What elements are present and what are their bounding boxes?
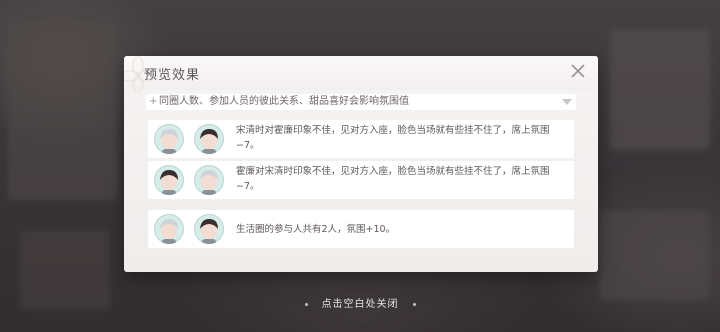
dark-hair-avatar [194,124,224,154]
dialog-title: 预览效果 [144,68,201,83]
effect-row: 宋清时对霍廉印象不佳，见对方入座，脸色当场就有些挂不住了，席上氛围−7。 [148,120,574,158]
dark-hair-avatar [154,165,184,195]
close-button[interactable] [568,61,588,81]
silver-hair-avatar [194,165,224,195]
dark-hair-avatar [194,214,224,244]
effect-row: 生活圈的参与人共有2人，氛围+10。 [148,210,574,248]
effect-text: 宋清时对霍廉印象不佳，见对方入座，脸色当场就有些挂不住了，席上氛围−7。 [236,125,550,151]
dot-decoration-icon [304,302,308,306]
plus-icon: + [149,96,158,107]
tap-to-close-text: 点击空白处关闭 [321,299,399,310]
silver-hair-avatar [154,214,184,244]
effect-text: 生活圈的参与人共有2人，氛围+10。 [236,224,396,235]
atmosphere-hint-text: 同圈人数、参加人员的彼此关系、甜品喜好会影响氛围值 [159,96,409,107]
effect-row: 霍廉对宋清时印象不佳，见对方入座，脸色当场就有些挂不住了，席上氛围−7。 [148,161,574,199]
triangle-decoration-icon [562,99,572,105]
preview-dialog: 预览效果 + 同圈人数、参加人员的彼此关系、甜品喜好会影响氛围值 宋清时对霍廉印… [124,56,598,272]
dot-decoration-icon [412,302,416,306]
close-icon [571,64,585,78]
atmosphere-hint-bar: + 同圈人数、参加人员的彼此关系、甜品喜好会影响氛围值 [146,94,576,110]
effect-text: 霍廉对宋清时印象不佳，见对方入座，脸色当场就有些挂不住了，席上氛围−7。 [236,166,550,192]
silver-hair-avatar [154,124,184,154]
tap-to-close-hint[interactable]: 点击空白处关闭 [0,295,720,310]
